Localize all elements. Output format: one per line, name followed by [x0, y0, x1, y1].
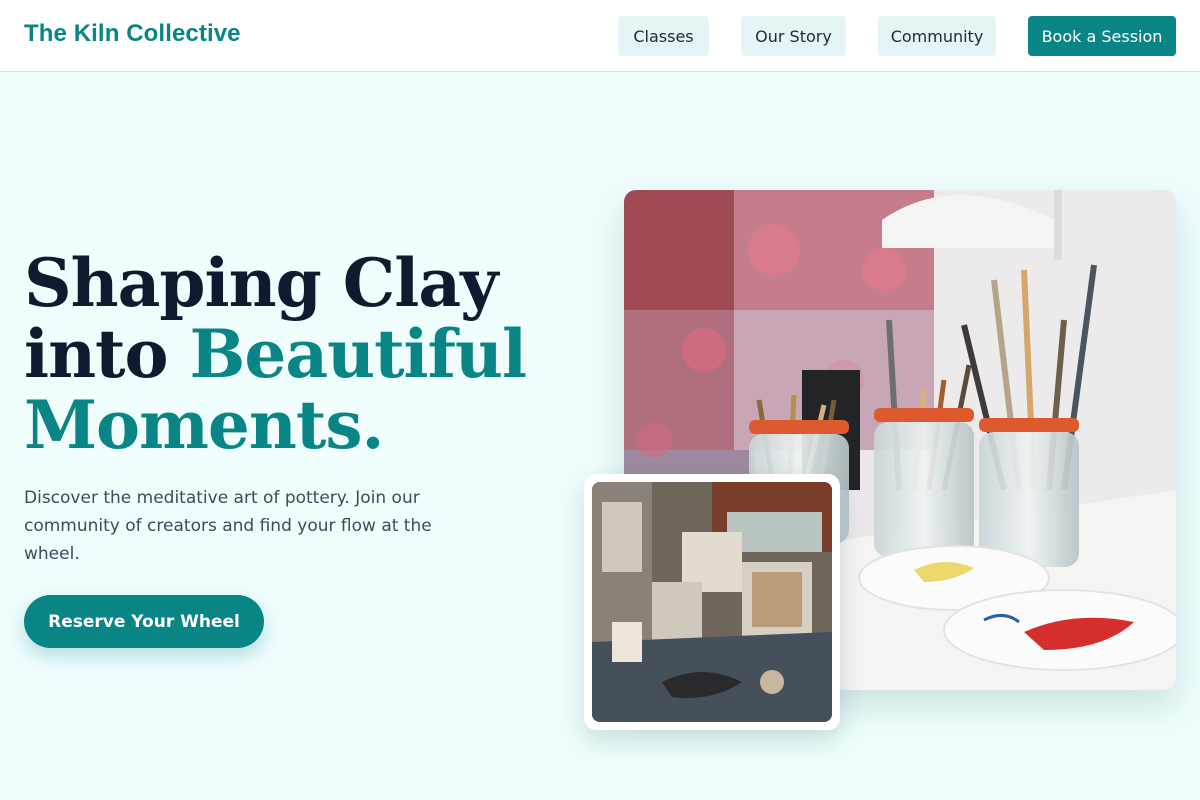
hero-subtext: Discover the meditative art of pottery. …	[24, 488, 432, 564]
art-studio-photo	[592, 482, 832, 722]
nav-classes-button[interactable]: Classes	[618, 16, 709, 56]
headline-accent-beautiful: Beautiful	[189, 315, 528, 393]
nav-community-button[interactable]: Community	[878, 16, 996, 56]
inset-image-card	[584, 474, 840, 730]
headline-line-2-prefix: into	[24, 315, 190, 393]
headline-line-1: Shaping Clay	[24, 244, 498, 322]
nav-our-story-button[interactable]: Our Story	[741, 16, 846, 56]
inset-studio-image	[592, 482, 832, 722]
headline-accent-moments: Moments.	[24, 386, 385, 464]
reserve-wheel-button[interactable]: Reserve Your Wheel	[24, 595, 264, 648]
book-session-button[interactable]: Book a Session	[1028, 16, 1176, 56]
brand-logo[interactable]: The Kiln Collective	[24, 20, 241, 48]
site-header: The Kiln Collective Classes Our Story Co…	[0, 0, 1200, 72]
hero-headline: Shaping Clay into Beautiful Moments.	[24, 248, 564, 461]
